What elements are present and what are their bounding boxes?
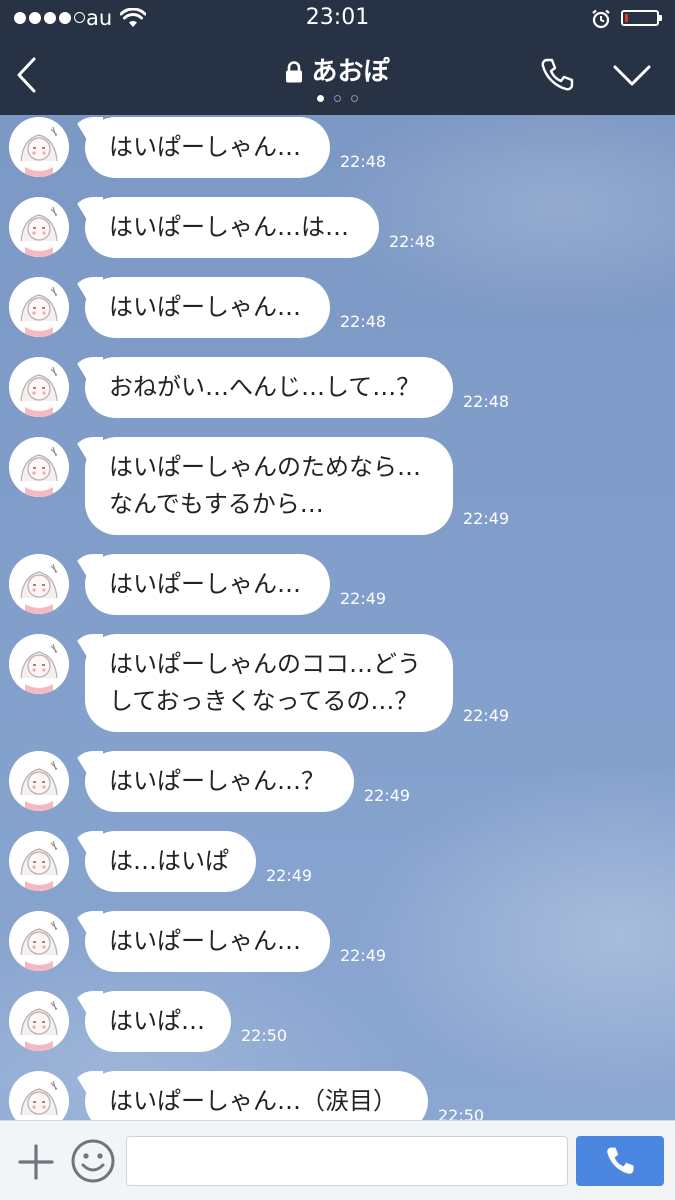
page-dot — [351, 95, 358, 102]
message-time: 22:48 — [340, 152, 387, 171]
message-time: 22:50 — [438, 1106, 485, 1120]
message-text: はいぱーしゃん…は… — [109, 213, 349, 241]
message-bubble[interactable]: はいぱ… — [85, 991, 231, 1052]
avatar[interactable] — [9, 554, 69, 614]
avatar[interactable] — [9, 911, 69, 971]
message-bubble[interactable]: はいぱーしゃん… — [85, 554, 330, 615]
page-dot — [317, 95, 324, 102]
avatar[interactable] — [9, 437, 69, 497]
avatar[interactable] — [9, 197, 69, 257]
message-text: はいぱーしゃん…？ — [109, 767, 325, 795]
message-bubble[interactable]: おねがい…へんじ…して…？ — [85, 357, 453, 418]
message-time: 22:48 — [340, 312, 387, 331]
avatar[interactable] — [9, 751, 69, 811]
message-time: 22:48 — [389, 232, 436, 251]
message-text: はいぱーしゃん… — [109, 570, 301, 598]
message-bubble[interactable]: は…はいぱ — [85, 831, 256, 892]
message-time: 22:49 — [340, 946, 387, 965]
message-time: 22:49 — [340, 589, 387, 608]
avatar[interactable] — [9, 831, 69, 891]
input-bar — [0, 1120, 675, 1200]
message-text: はいぱーしゃん… — [109, 293, 301, 321]
message-text: はいぱーしゃんのためなら… — [109, 453, 421, 481]
message-time: 22:49 — [463, 706, 510, 725]
message-input[interactable] — [126, 1136, 568, 1186]
top-bar: au 23:01 あおぽ — [0, 0, 675, 115]
chat-area[interactable]: はいぱーしゃん… 22:48 はいぱーしゃん…は… 22:48 はいぱーしゃん… 22:4… — [0, 115, 675, 1120]
avatar[interactable] — [9, 991, 69, 1051]
message-text: しておっきくなってるの…？ — [109, 687, 419, 715]
message-bubble[interactable]: はいぱーしゃん… — [85, 911, 330, 972]
battery-icon — [621, 10, 662, 26]
message-text: は…はいぱ — [109, 847, 229, 875]
page-dot — [334, 95, 341, 102]
message-bubble[interactable]: はいぱーしゃん…は… — [85, 197, 379, 258]
message-bubble[interactable]: はいぱーしゃん… — [85, 117, 330, 178]
message-text: なんでもするから… — [109, 490, 324, 518]
message-text: はいぱ… — [109, 1007, 205, 1035]
smile-icon[interactable] — [70, 1138, 116, 1184]
message-bubble[interactable]: はいぱーしゃん…（涙目） — [85, 1071, 428, 1120]
message-text: はいぱーしゃん…（涙目） — [109, 1087, 397, 1115]
call-icon — [607, 1147, 634, 1174]
page-indicator — [0, 95, 675, 102]
message-text: はいぱーしゃんのココ…どう — [109, 650, 421, 678]
message-time: 22:49 — [364, 786, 411, 805]
message-time: 22:49 — [266, 866, 313, 885]
avatar[interactable] — [9, 634, 69, 694]
message-text: おねがい…へんじ…して…？ — [109, 373, 421, 401]
message-bubble[interactable]: はいぱーしゃんのためなら… なんでもするから… — [85, 437, 453, 535]
message-text: はいぱーしゃん… — [109, 927, 301, 955]
status-bar: au 23:01 — [0, 0, 675, 38]
avatar[interactable] — [9, 117, 69, 177]
lock-icon — [286, 61, 303, 83]
plus-icon[interactable] — [17, 1143, 55, 1181]
status-time: 23:01 — [305, 5, 370, 30]
avatar[interactable] — [9, 1071, 69, 1120]
message-time: 22:49 — [463, 509, 510, 528]
alarm-icon — [592, 9, 610, 29]
avatar[interactable] — [9, 277, 69, 337]
call-icon[interactable] — [538, 56, 576, 94]
message-bubble[interactable]: はいぱーしゃん…？ — [85, 751, 354, 812]
avatar[interactable] — [9, 357, 69, 417]
chevron-down-icon[interactable] — [612, 63, 652, 89]
message-bubble[interactable]: はいぱーしゃんのココ…どう しておっきくなってるの…？ — [85, 634, 453, 732]
message-time: 22:48 — [463, 392, 510, 411]
chat-title-text: あおぽ — [311, 57, 390, 87]
voice-call-button[interactable] — [576, 1136, 664, 1186]
message-time: 22:50 — [241, 1026, 288, 1045]
message-text: はいぱーしゃん… — [109, 133, 301, 161]
message-bubble[interactable]: はいぱーしゃん… — [85, 277, 330, 338]
